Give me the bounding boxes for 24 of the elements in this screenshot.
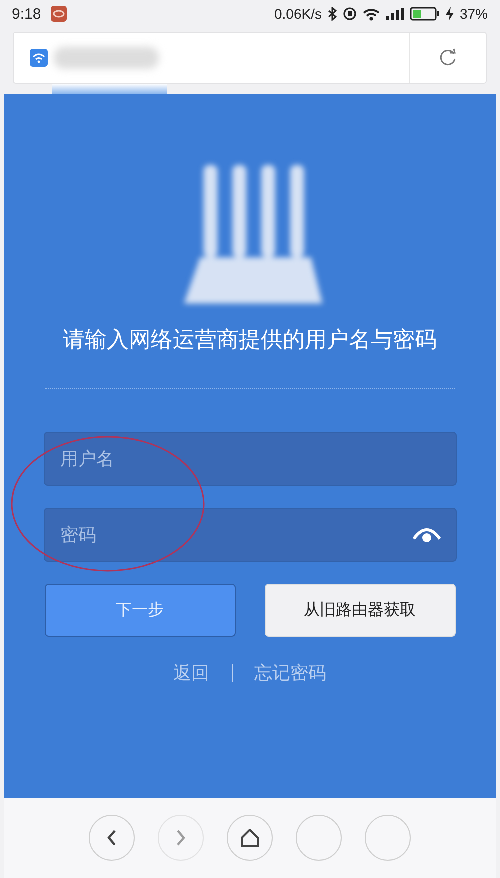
next-button[interactable]: 下一步: [44, 584, 236, 637]
app-notification-icon: [51, 6, 68, 22]
toolbar-button[interactable]: [227, 815, 273, 861]
reload-icon[interactable]: [438, 48, 458, 68]
back-link[interactable]: 返回: [174, 661, 210, 685]
forward-icon: [176, 830, 186, 846]
battery-percent: 37%: [460, 6, 488, 22]
wifi-icon: [362, 8, 380, 20]
home-icon: [240, 829, 260, 847]
import-button[interactable]: 从旧路由器获取: [264, 584, 456, 637]
username-field[interactable]: 用户名: [44, 432, 456, 486]
charging-icon: [446, 7, 454, 21]
eye-icon[interactable]: [412, 527, 440, 543]
instruction-heading: 请输入网络运营商提供的用户名与密码: [62, 327, 438, 355]
wifi-icon: [30, 49, 48, 67]
alarm-icon: [342, 7, 357, 21]
bluetooth-icon: [328, 7, 337, 21]
status-time: 9:18: [12, 6, 42, 22]
battery-icon: [410, 7, 440, 21]
forgot-password-link[interactable]: 忘记密码: [254, 661, 326, 685]
signal-icon: [386, 8, 404, 20]
back-icon: [107, 830, 117, 846]
password-field[interactable]: 密码: [44, 508, 456, 562]
network-speed: 0.06K/s: [274, 6, 322, 22]
